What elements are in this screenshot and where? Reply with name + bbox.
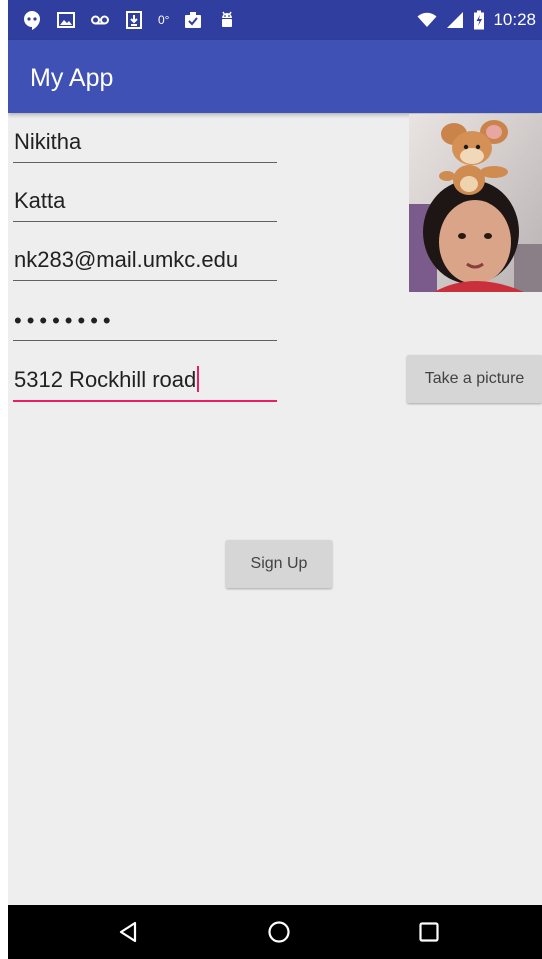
clipboard-check-icon <box>183 10 203 30</box>
recents-icon[interactable] <box>414 917 444 947</box>
address-text: 5312 Rockhill road <box>14 367 197 392</box>
home-icon[interactable] <box>264 917 294 947</box>
system-status: 10:28 <box>417 9 536 31</box>
first-name-value: Nikitha <box>14 129 82 154</box>
notification-icons: 0° <box>22 9 237 31</box>
take-picture-button[interactable]: Take a picture <box>407 355 542 403</box>
temperature-icon: 0° <box>158 13 170 27</box>
address-field[interactable]: 5312 Rockhill road <box>13 360 277 402</box>
status-bar: 0° 10:28 <box>8 0 542 40</box>
profile-photo <box>409 114 542 292</box>
email-value: nk283@mail.umkc.edu <box>14 247 239 272</box>
sign-up-button[interactable]: Sign Up <box>226 540 332 588</box>
navigation-bar <box>8 905 542 959</box>
last-name-field[interactable]: Katta <box>13 181 277 222</box>
cell-signal-icon <box>445 10 465 30</box>
android-debug-icon <box>217 10 237 30</box>
gallery-icon <box>56 10 76 30</box>
back-icon[interactable] <box>114 917 144 947</box>
last-name-value: Katta <box>14 188 66 213</box>
voicemail-icon <box>90 10 110 30</box>
phone-screen: 0° 10:28 My App Nikitha Katta nk283@mail… <box>8 0 542 959</box>
password-field[interactable]: •••••••• <box>13 300 277 341</box>
wifi-icon <box>417 10 437 30</box>
hangouts-icon <box>22 10 42 30</box>
download-icon <box>124 10 144 30</box>
text-cursor <box>197 366 200 392</box>
password-value: •••••••• <box>14 308 116 333</box>
app-bar: My App <box>8 40 542 113</box>
clock: 10:28 <box>493 10 536 29</box>
email-field[interactable]: nk283@mail.umkc.edu <box>13 240 277 281</box>
app-title: My App <box>30 64 114 92</box>
address-value: 5312 Rockhill road <box>14 366 200 393</box>
battery-charging-icon <box>473 10 485 30</box>
first-name-field[interactable]: Nikitha <box>13 122 277 163</box>
